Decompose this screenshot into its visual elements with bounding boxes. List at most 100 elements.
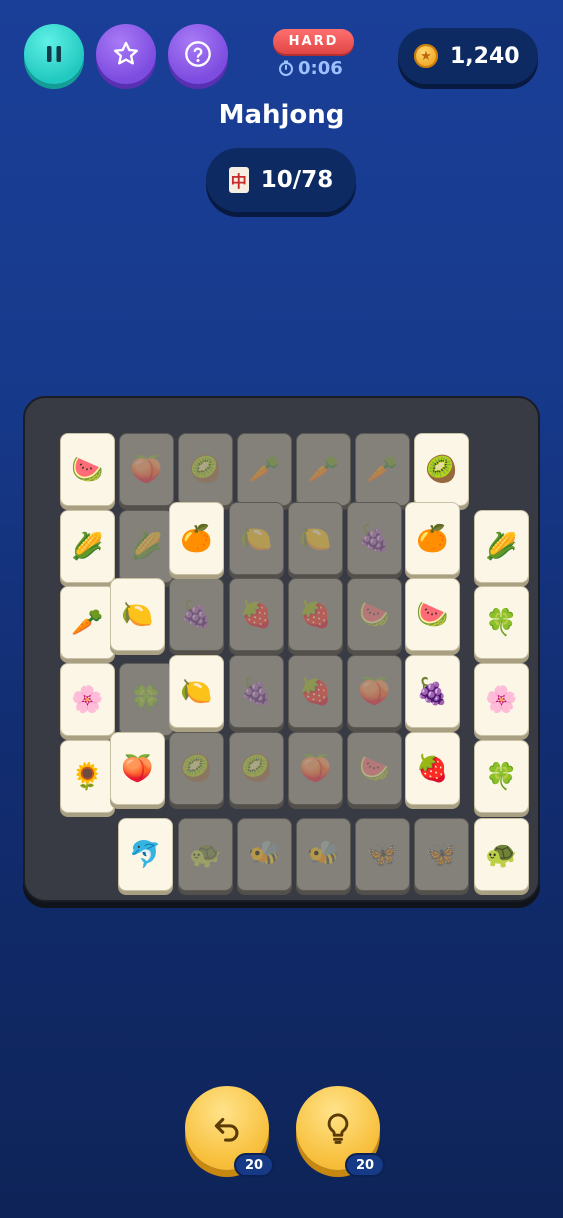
mahjong-tile[interactable]: 🍑 (288, 732, 343, 805)
tile-glyph: 🍊 (416, 523, 449, 554)
question-icon (185, 41, 211, 67)
mahjong-tile[interactable]: 🍉 (405, 578, 460, 651)
pause-button[interactable] (24, 24, 84, 84)
mahjong-tile[interactable]: 🍇 (405, 655, 460, 728)
mahjong-tile[interactable]: 🥕 (237, 433, 292, 506)
mahjong-tile[interactable]: 🌻 (60, 740, 115, 813)
tile-glyph: 🍉 (358, 753, 391, 784)
game-board: 🍉 🍑 🥝 🥕 🥕 🥕 🥝 🌽 🌽 🍊 🍋 🍋 🍇 🍊 🌽 🥕 🍋 🍇 🍓 🍓 🍉 🍉 🍀 🌸 🍀 🍋 🍇 🍓 🍑 🍇 🌸 🌻 🍑 🥝 🥝 🍑 🍉 🍓 🍀 🐬… (23, 396, 540, 902)
mahjong-tile[interactable]: 🥕 (355, 433, 410, 506)
hint-count-badge: 20 (345, 1153, 385, 1177)
mahjong-tile[interactable]: 🍉 (347, 732, 402, 805)
mahjong-tile[interactable]: 🍓 (405, 732, 460, 805)
tile-glyph: 🥕 (366, 454, 399, 485)
mahjong-tile[interactable]: 🍓 (288, 655, 343, 728)
tile-glyph: 🍉 (358, 599, 391, 630)
mahjong-tile[interactable]: 🦋 (355, 818, 410, 891)
tile-glyph: 🍉 (71, 454, 104, 485)
tile-glyph: 🍑 (299, 753, 332, 784)
tile-glyph: 🐢 (189, 839, 222, 870)
mahjong-tile[interactable]: 🐝 (237, 818, 292, 891)
tile-glyph: 🍇 (180, 599, 213, 630)
page-title: Mahjong (218, 100, 345, 130)
tile-glyph: 🥝 (425, 454, 458, 485)
mahjong-tile[interactable]: 🌸 (60, 663, 115, 736)
coin-value: 1,240 (450, 43, 520, 69)
tile-glyph: 🍋 (121, 599, 154, 630)
mahjong-tile[interactable]: 🍀 (119, 663, 174, 736)
tile-glyph: 🌽 (71, 531, 104, 562)
mahjong-tile[interactable]: 🍓 (288, 578, 343, 651)
mahjong-tile[interactable]: 🍋 (169, 655, 224, 728)
tile-glyph: 🥝 (240, 753, 273, 784)
tile-glyph: 🍓 (299, 599, 332, 630)
mahjong-tile[interactable]: 🥕 (296, 433, 351, 506)
mahjong-tile[interactable]: 🥝 (178, 433, 233, 506)
favorite-button[interactable] (96, 24, 156, 84)
tile-glyph: 🐢 (485, 839, 518, 870)
tile-glyph: 🍓 (299, 676, 332, 707)
mahjong-tile[interactable]: 🍉 (347, 578, 402, 651)
tile-glyph: 🍉 (416, 599, 449, 630)
tile-glyph: 🍇 (416, 676, 449, 707)
mahjong-tile[interactable]: 🍑 (347, 655, 402, 728)
mahjong-tile[interactable]: 🥕 (60, 586, 115, 659)
timer-value: 0:06 (298, 57, 343, 79)
mahjong-tile[interactable]: 🍇 (347, 502, 402, 575)
mahjong-tile[interactable]: 🐬 (118, 818, 173, 891)
mahjong-tile[interactable]: 🍋 (229, 502, 284, 575)
mahjong-tile[interactable]: 🌽 (474, 510, 529, 583)
difficulty-badge: HARD (273, 29, 354, 54)
mahjong-tile[interactable]: 🐢 (474, 818, 529, 891)
mahjong-tile[interactable]: 🐝 (296, 818, 351, 891)
tile-glyph: 🍀 (485, 607, 518, 638)
timer: 0:06 (278, 57, 350, 79)
tile-glyph: 🦋 (425, 839, 458, 870)
pause-icon (47, 46, 61, 62)
mahjong-tile[interactable]: 🍀 (474, 740, 529, 813)
tile-glyph: 🥕 (248, 454, 281, 485)
tile-glyph: 🍀 (485, 761, 518, 792)
undo-icon (214, 1117, 239, 1142)
tile-glyph: 🍀 (130, 684, 163, 715)
star-icon (113, 41, 139, 65)
mahjong-tile[interactable]: 🍇 (169, 578, 224, 651)
mahjong-tile[interactable]: 🥝 (414, 433, 469, 506)
tile-glyph: 🍑 (121, 753, 154, 784)
progress-value: 10/78 (260, 167, 334, 193)
progress-counter: 中 10/78 (206, 148, 356, 212)
mahjong-tile[interactable]: 🍋 (288, 502, 343, 575)
stopwatch-icon (279, 60, 293, 76)
mahjong-tile[interactable]: 🍑 (110, 732, 165, 805)
mahjong-tile[interactable]: 🍊 (169, 502, 224, 575)
mahjong-tile[interactable]: 🍓 (229, 578, 284, 651)
tile-glyph: 🐝 (307, 839, 340, 870)
mahjong-tile[interactable]: 🌽 (60, 510, 115, 583)
help-button[interactable] (168, 24, 228, 84)
undo-count-badge: 20 (234, 1153, 274, 1177)
tile-glyph: 🍓 (416, 753, 449, 784)
mahjong-tile[interactable]: 🌽 (119, 510, 174, 583)
tile-glyph: 🐬 (129, 839, 162, 870)
tile-glyph: 🍓 (240, 599, 273, 630)
mahjong-tile[interactable]: 🍑 (119, 433, 174, 506)
tile-glyph: 🥕 (71, 607, 104, 638)
mahjong-tile[interactable]: 🍊 (405, 502, 460, 575)
mahjong-tile[interactable]: 🦋 (414, 818, 469, 891)
mahjong-tile[interactable]: 🍀 (474, 586, 529, 659)
mahjong-tile[interactable]: 🍉 (60, 433, 115, 506)
mahjong-tile[interactable]: 🍋 (110, 578, 165, 651)
tile-glyph: 🐝 (248, 839, 281, 870)
tile-glyph: 🌸 (71, 684, 104, 715)
tile-glyph: 🌸 (485, 684, 518, 715)
mahjong-tile[interactable]: 🐢 (178, 818, 233, 891)
tile-glyph: 🍋 (180, 676, 213, 707)
mahjong-tile[interactable]: 🌸 (474, 663, 529, 736)
mahjong-tile[interactable]: 🥝 (229, 732, 284, 805)
mahjong-tile[interactable]: 🥝 (169, 732, 224, 805)
coin-icon: ★ (414, 44, 438, 68)
coin-balance[interactable]: ★ 1,240 (398, 28, 538, 84)
mahjong-tile[interactable]: 🍇 (229, 655, 284, 728)
tile-glyph: 🥕 (307, 454, 340, 485)
tile-glyph: 🍇 (358, 523, 391, 554)
